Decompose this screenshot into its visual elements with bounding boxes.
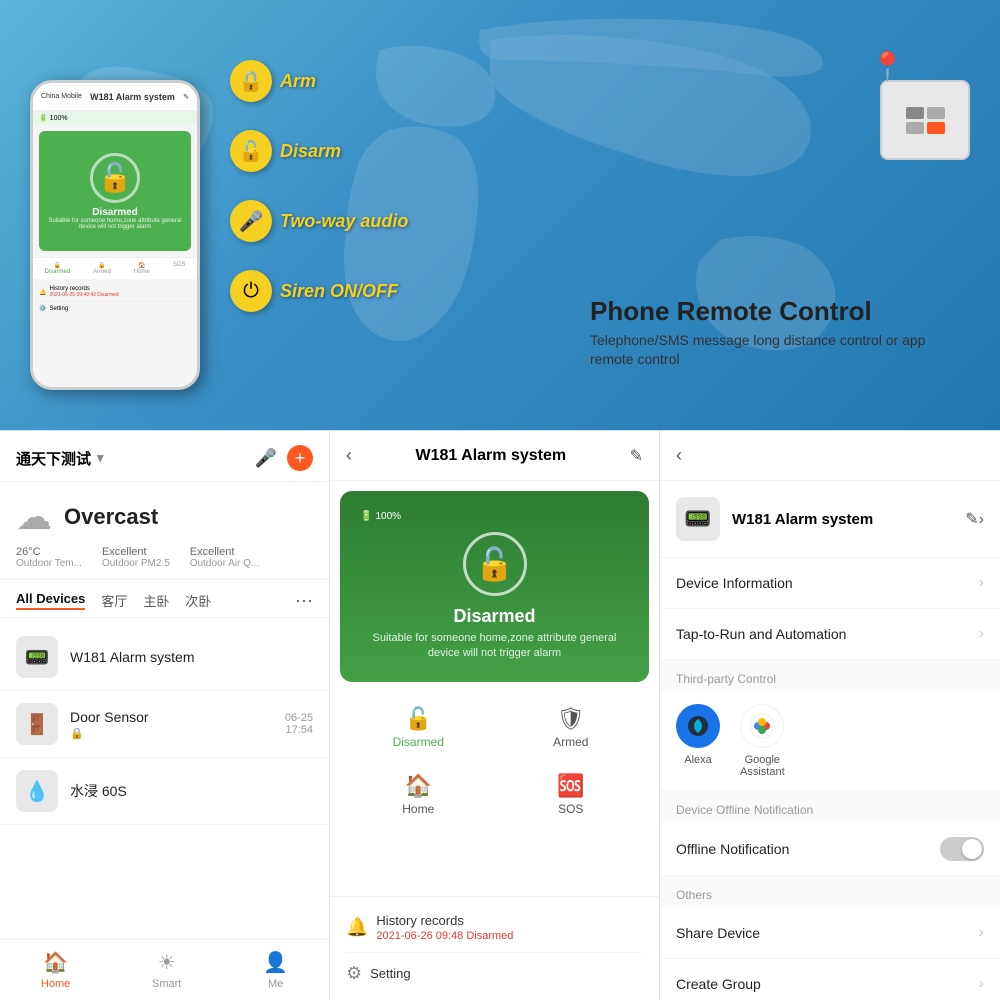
edit-button[interactable]: ✎ <box>630 446 643 466</box>
devices-tabs: All Devices 客厅 主卧 次卧 ··· <box>0 580 329 618</box>
ctrl-home[interactable]: 🏠 Home <box>346 765 491 824</box>
lock-status-icon: 🔓 <box>463 532 527 596</box>
ctrl-sos[interactable]: 🆘 SOS <box>499 765 644 824</box>
others-section-label: Others <box>660 876 1000 908</box>
device-icon: 🚪 <box>16 703 58 745</box>
panel3-header: ‹ <box>660 431 1000 481</box>
disarm-feature: 🔓 Disarm <box>230 130 408 172</box>
device-name-edit-button[interactable]: ✎› <box>965 509 984 529</box>
weather-section: ☁ Overcast 26°C Outdoor Tem... Excellent… <box>0 482 329 580</box>
device-image <box>880 80 970 160</box>
arm-feature: 🔒 Arm <box>230 60 408 102</box>
setting-row[interactable]: ⚙ Setting <box>346 953 643 994</box>
home-icon: 🏠 <box>43 950 68 975</box>
device-info-header: 📟 W181 Alarm system ✎› <box>660 481 1000 558</box>
alarm-controls: 🔓 Disarmed 🛡 Armed 🏠 Home 🆘 SOS <box>330 692 659 830</box>
device-settings-name: W181 Alarm system <box>732 511 953 528</box>
toggle-knob <box>962 839 982 859</box>
settings-panel: ‹ 📟 W181 Alarm system ✎› Device Informat… <box>660 431 1000 1000</box>
home-title-row[interactable]: 通天下测试 ▾ <box>16 448 104 469</box>
audio-icon: 🎤 <box>230 200 272 242</box>
tab-living-room[interactable]: 客厅 <box>101 591 127 610</box>
siren-feature: ⏻ Siren ON/OFF <box>230 270 408 312</box>
offline-notification-row: Offline Notification <box>660 823 1000 876</box>
settings-list: Device Information › Tap-to-Run and Auto… <box>660 558 1000 1000</box>
alexa-icon <box>676 704 720 748</box>
chevron-right-icon: › <box>979 975 984 993</box>
alarm-desc-text: Suitable for someone home,zone attribute… <box>360 631 629 662</box>
profile-icon: 👤 <box>263 950 288 975</box>
alarm-panel-title: W181 Alarm system <box>360 447 622 465</box>
arm-icon: 🔒 <box>230 60 272 102</box>
device-information-item[interactable]: Device Information › <box>660 558 1000 609</box>
panel2-header: ‹ W181 Alarm system ✎ <box>330 431 659 481</box>
third-party-section-label: Third-party Control <box>660 660 1000 692</box>
tab-second-bedroom[interactable]: 次卧 <box>185 591 211 610</box>
ctrl-disarmed[interactable]: 🔓 Disarmed <box>346 698 491 757</box>
history-icon: 🔔 <box>346 917 368 938</box>
home-title: 通天下测试 <box>16 448 91 469</box>
disarm-icon: 🔓 <box>230 130 272 172</box>
offline-toggle[interactable] <box>940 837 984 861</box>
device-list: 📟 W181 Alarm system 🚪 Door Sensor 🔒 06-2… <box>0 618 329 939</box>
feature-icons: 🔒 Arm 🔓 Disarm 🎤 Two-way audio ⏻ Siren O… <box>230 60 408 312</box>
alexa-item[interactable]: Alexa <box>676 704 720 778</box>
banner: China Mobile W181 Alarm system ✎ 🔋 100% … <box>0 0 1000 430</box>
alarm-status-text: Disarmed <box>453 606 535 627</box>
microphone-icon[interactable]: 🎤 <box>255 448 277 469</box>
panel1-header: 通天下测试 ▾ 🎤 + <box>0 431 329 482</box>
sos-ctrl-icon: 🆘 <box>557 773 584 799</box>
battery-indicator: 🔋 100% <box>360 511 401 522</box>
offline-section-label: Device Offline Notification <box>660 791 1000 823</box>
add-button[interactable]: + <box>287 445 313 471</box>
phone-banner-title: W181 Alarm system <box>82 92 183 102</box>
disarmed-ctrl-icon: 🔓 <box>405 706 432 732</box>
third-party-row: Alexa GoogleAssistant <box>660 692 1000 791</box>
audio-feature: 🎤 Two-way audio <box>230 200 408 242</box>
panel3-back-button[interactable]: ‹ <box>676 445 682 466</box>
home-panel: 通天下测试 ▾ 🎤 + ☁ Overcast 26°C Outdoor Tem.… <box>0 431 330 1000</box>
alarm-display: 🔋 100% 🔓 Disarmed Suitable for someone h… <box>340 491 649 682</box>
smart-icon: ☀ <box>158 950 176 975</box>
device-icon: 💧 <box>16 770 58 812</box>
device-icon: 📟 <box>16 636 58 678</box>
location-pin-icon: 📍 <box>870 50 905 83</box>
bottom-nav: 🏠 Home ☀ Smart 👤 Me <box>0 939 329 1000</box>
weather-cloud-icon: ☁ <box>16 496 52 538</box>
armed-ctrl-icon: 🛡 <box>557 706 585 732</box>
more-tabs-icon[interactable]: ··· <box>295 590 313 611</box>
google-assistant-icon <box>740 704 784 748</box>
share-device-item[interactable]: Share Device › <box>660 908 1000 959</box>
nav-home[interactable]: 🏠 Home <box>41 950 70 990</box>
nav-me[interactable]: 👤 Me <box>263 950 288 990</box>
list-item[interactable]: 📟 W181 Alarm system <box>0 624 329 691</box>
list-item[interactable]: 💧 水浸 60S <box>0 758 329 825</box>
tab-master-bedroom[interactable]: 主卧 <box>143 591 169 610</box>
ctrl-armed[interactable]: 🛡 Armed <box>499 698 644 757</box>
chevron-right-icon: › <box>979 924 984 942</box>
chevron-right-icon: › <box>979 625 984 643</box>
alarm-panel: ‹ W181 Alarm system ✎ 🔋 100% 🔓 Disarmed … <box>330 431 660 1000</box>
tap-to-run-item[interactable]: Tap-to-Run and Automation › <box>660 609 1000 660</box>
create-group-item[interactable]: Create Group › <box>660 959 1000 1000</box>
google-assistant-item[interactable]: GoogleAssistant <box>740 704 785 778</box>
settings-icon: ⚙ <box>346 963 362 984</box>
chevron-down-icon: ▾ <box>97 450 104 466</box>
chevron-right-icon: › <box>979 574 984 592</box>
device-thumbnail: 📟 <box>676 497 720 541</box>
panels-row: 通天下测试 ▾ 🎤 + ☁ Overcast 26°C Outdoor Tem.… <box>0 430 1000 1000</box>
home-ctrl-icon: 🏠 <box>405 773 432 799</box>
nav-smart[interactable]: ☀ Smart <box>152 950 181 990</box>
siren-icon: ⏻ <box>230 270 272 312</box>
alarm-footer: 🔔 History records 2021-06-26 09:48 Disar… <box>330 896 659 1000</box>
list-item[interactable]: 🚪 Door Sensor 🔒 06-2517:54 <box>0 691 329 758</box>
remote-control-text: Phone Remote Control Telephone/SMS messa… <box>590 296 970 370</box>
back-button[interactable]: ‹ <box>346 445 352 466</box>
history-row[interactable]: 🔔 History records 2021-06-26 09:48 Disar… <box>346 903 643 953</box>
tab-all-devices[interactable]: All Devices <box>16 591 85 610</box>
phone-mockup-banner: China Mobile W181 Alarm system ✎ 🔋 100% … <box>30 80 230 410</box>
